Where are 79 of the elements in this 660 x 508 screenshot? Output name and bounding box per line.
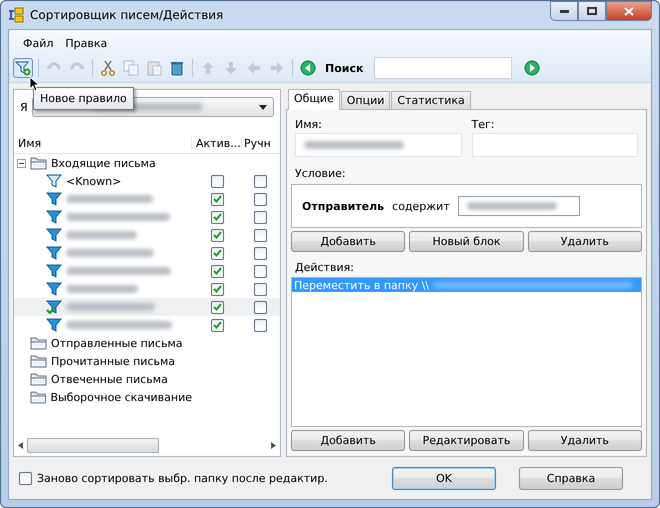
column-header[interactable]: Ручн bbox=[242, 137, 278, 150]
tab[interactable]: Общие bbox=[288, 89, 340, 110]
checkbox[interactable] bbox=[254, 282, 266, 296]
tab[interactable]: Статистика bbox=[391, 91, 471, 109]
dialog-button[interactable]: OK bbox=[392, 466, 496, 490]
search-field[interactable] bbox=[374, 57, 512, 79]
checkbox[interactable] bbox=[254, 318, 266, 332]
folder-name[interactable]: Отвеченные письма bbox=[51, 372, 168, 386]
folder-icon bbox=[30, 390, 46, 404]
checkbox[interactable] bbox=[254, 246, 266, 260]
maximize-button[interactable] bbox=[578, 1, 606, 21]
folder-name[interactable]: Входящие письма bbox=[51, 156, 156, 170]
account-label: Я bbox=[20, 100, 28, 114]
window-title: Сортировщик писем/Действия bbox=[30, 8, 224, 22]
trash-icon[interactable] bbox=[169, 60, 185, 76]
folder-name[interactable]: Прочитанные письма bbox=[51, 354, 176, 368]
tag-field[interactable] bbox=[472, 133, 638, 157]
scroll-right-icon[interactable] bbox=[271, 442, 276, 449]
close-icon bbox=[624, 6, 634, 16]
condition-field-dropdown[interactable]: Отправитель bbox=[302, 200, 384, 212]
condition-value-field[interactable] bbox=[458, 196, 580, 216]
back-icon[interactable] bbox=[300, 60, 316, 76]
scroll-left-icon[interactable] bbox=[18, 442, 23, 449]
rule-name[interactable]: <Known> bbox=[66, 174, 122, 188]
checkbox[interactable] bbox=[210, 318, 224, 332]
checkbox[interactable] bbox=[254, 228, 266, 242]
collapse-toggle[interactable] bbox=[17, 158, 26, 168]
folder-name[interactable]: Отправленные письма bbox=[51, 336, 183, 350]
folder-name[interactable]: Выборочное скачивание bbox=[50, 390, 192, 404]
app-icon bbox=[8, 7, 24, 23]
condition-button[interactable]: Удалить bbox=[528, 231, 642, 252]
tab[interactable]: Опции bbox=[340, 91, 390, 109]
checkbox[interactable] bbox=[254, 192, 266, 206]
tooltip: Новое правило bbox=[33, 87, 134, 110]
checkbox[interactable] bbox=[254, 264, 266, 278]
checkbox[interactable] bbox=[210, 300, 224, 314]
column-header[interactable]: Имя bbox=[14, 137, 192, 150]
menu-item[interactable]: Файл bbox=[21, 36, 56, 51]
checkbox[interactable] bbox=[210, 228, 224, 242]
search-label: Поиск bbox=[325, 62, 364, 74]
close-button[interactable] bbox=[606, 1, 652, 21]
actions-label: Действия: bbox=[294, 261, 355, 274]
condition-button[interactable]: Новый блок bbox=[409, 231, 524, 252]
condition-operator-dropdown[interactable]: содержит bbox=[392, 200, 450, 212]
checkbox[interactable] bbox=[210, 264, 224, 278]
checkbox[interactable] bbox=[210, 210, 224, 224]
folder-icon bbox=[30, 156, 47, 170]
cut-icon[interactable] bbox=[100, 60, 116, 76]
blurred-text bbox=[66, 285, 138, 293]
folder-icon bbox=[30, 354, 47, 368]
blurred-text bbox=[66, 231, 137, 239]
checkbox[interactable] bbox=[254, 210, 266, 224]
dropdown-arrow-icon bbox=[259, 104, 267, 110]
checkbox[interactable] bbox=[210, 192, 224, 206]
folder-icon bbox=[30, 336, 47, 350]
checkbox[interactable] bbox=[210, 282, 224, 296]
dialog-button[interactable]: Справка bbox=[519, 466, 623, 490]
folder-icon bbox=[30, 372, 47, 386]
checkbox[interactable] bbox=[210, 246, 224, 260]
name-label: Имя: bbox=[295, 118, 323, 131]
column-header[interactable]: Актив... bbox=[192, 137, 242, 150]
checkbox[interactable] bbox=[254, 300, 266, 314]
checkbox[interactable] bbox=[254, 174, 266, 188]
minimize-icon bbox=[560, 10, 568, 12]
condition-button[interactable]: Добавить bbox=[291, 231, 406, 252]
minimize-button[interactable] bbox=[550, 1, 578, 21]
checkbox[interactable] bbox=[210, 174, 224, 188]
condition-label: Условие: bbox=[294, 167, 347, 180]
forward-icon[interactable] bbox=[524, 60, 540, 76]
funnel-add-icon[interactable] bbox=[15, 60, 31, 76]
name-field[interactable] bbox=[295, 133, 462, 157]
menu-item[interactable]: Правка bbox=[63, 36, 110, 51]
maximize-icon bbox=[587, 7, 597, 15]
resort-checkbox[interactable] bbox=[19, 472, 32, 484]
action-button[interactable]: Добавить bbox=[291, 430, 406, 451]
tag-label: Тег: bbox=[472, 118, 496, 131]
action-button[interactable]: Удалить bbox=[528, 430, 642, 451]
resort-label: Заново сортировать выбр. папку после редактир. bbox=[37, 472, 329, 484]
action-button[interactable]: Редактировать bbox=[409, 430, 524, 451]
